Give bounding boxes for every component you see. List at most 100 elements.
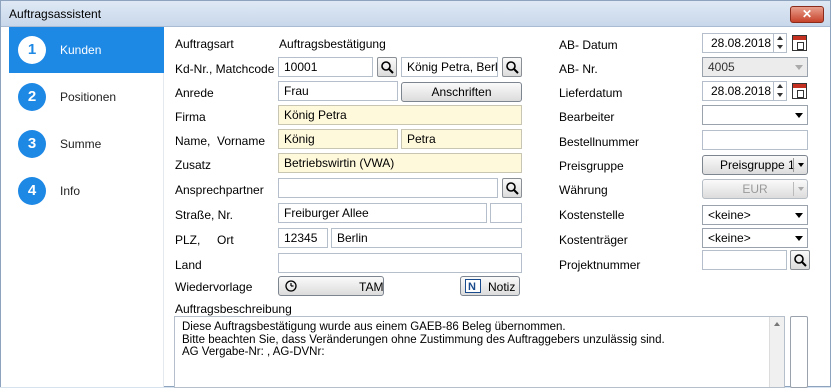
kostentraeger-value: <keine> xyxy=(708,231,751,245)
kdnr-search-button[interactable] xyxy=(377,57,397,77)
zusatz-input[interactable]: Betriebswirtin (VWA) xyxy=(278,153,522,173)
step-number: 1 xyxy=(18,36,46,64)
lieferdatum-label: Lieferdatum xyxy=(559,86,623,100)
kostenstelle-value: <keine> xyxy=(708,208,751,222)
calendar-icon[interactable] xyxy=(792,35,807,51)
kostentraeger-select[interactable]: <keine> xyxy=(702,228,808,248)
kostenstelle-select[interactable]: <keine> xyxy=(702,205,808,225)
projektnummer-search-button[interactable] xyxy=(790,250,810,270)
auftragsart-value: Auftragsbestätigung xyxy=(279,37,386,51)
clock-icon xyxy=(285,280,297,292)
ansprechpartner-input[interactable] xyxy=(278,178,498,198)
projektnummer-input[interactable] xyxy=(702,250,787,270)
ab-datum-input[interactable]: 28.08.2018 xyxy=(702,33,787,53)
waehrung-value: EUR xyxy=(742,182,768,196)
search-icon xyxy=(381,61,394,74)
step-label: Summe xyxy=(60,137,102,151)
chevron-down-icon xyxy=(795,236,803,241)
description-line: Diese Auftragsbestätigung wurde aus eine… xyxy=(182,321,566,333)
calendar-icon[interactable] xyxy=(792,83,807,99)
search-icon xyxy=(506,61,519,74)
close-button[interactable]: ✕ xyxy=(790,6,824,23)
step-label: Positionen xyxy=(60,90,117,104)
scroll-up-arrow-icon[interactable] xyxy=(774,322,780,326)
strasse-input[interactable]: Freiburger Allee xyxy=(278,203,487,223)
note-icon: N xyxy=(465,279,481,293)
step-positionen[interactable]: 2 Positionen xyxy=(9,74,164,120)
bestellnummer-label: Bestellnummer xyxy=(559,135,640,149)
step-info[interactable]: 4 Info xyxy=(9,168,164,214)
step-number: 2 xyxy=(18,83,46,111)
search-icon xyxy=(506,182,519,195)
preisgruppe-label: Preisgruppe xyxy=(559,159,624,173)
step-kunden[interactable]: 1 Kunden xyxy=(9,27,164,73)
ab-nr-select: 4005 xyxy=(702,57,808,77)
anrede-input[interactable]: Frau xyxy=(278,81,398,101)
chevron-down-icon xyxy=(795,65,803,70)
land-input[interactable] xyxy=(278,253,522,273)
kdnr-label: Kd-Nr., Matchcode xyxy=(175,62,275,76)
anrede-label: Anrede xyxy=(175,86,214,100)
hausnummer-input[interactable] xyxy=(490,203,522,223)
ab-datum-spinner[interactable] xyxy=(773,34,786,52)
zusatz-label: Zusatz xyxy=(175,158,212,172)
ort-label: Ort xyxy=(217,233,234,247)
ab-datum-label: AB- Datum xyxy=(559,38,618,52)
land-label: Land xyxy=(175,258,202,272)
kostenstelle-label: Kostenstelle xyxy=(559,208,625,222)
step-number: 3 xyxy=(18,130,46,158)
description-side-panel[interactable] xyxy=(790,316,808,388)
dialog-window: Auftragsassistent ✕ 1 Kunden 2 Positione… xyxy=(0,0,831,388)
kostentraeger-label: Kostenträger xyxy=(559,233,628,247)
chevron-down-icon xyxy=(795,213,803,218)
projektnummer-label: Projektnummer xyxy=(559,258,641,272)
description-line: AG Vergabe-Nr: , AG-DVNr: xyxy=(182,346,325,358)
lieferdatum-value: 28.08.2018 xyxy=(711,84,772,98)
lieferdatum-spinner[interactable] xyxy=(773,82,786,100)
anschriften-button[interactable]: Anschriften xyxy=(401,82,522,102)
plz-input[interactable]: 12345 xyxy=(278,228,328,248)
step-label: Info xyxy=(60,184,81,198)
lieferdatum-input[interactable]: 28.08.2018 xyxy=(702,81,787,101)
name-label: Name, xyxy=(175,134,211,148)
ansprechpartner-search-button[interactable] xyxy=(502,178,522,198)
kdnr-input[interactable]: 10001 xyxy=(278,57,373,77)
ort-input[interactable]: Berlin xyxy=(331,228,522,248)
preisgruppe-select[interactable]: Preisgruppe 1 xyxy=(702,155,808,175)
notiz-button[interactable]: N Notiz xyxy=(460,276,520,296)
plz-label: PLZ, xyxy=(175,233,201,247)
notiz-button-label: Notiz xyxy=(488,280,516,294)
search-icon xyxy=(794,254,807,267)
wiedervorlage-button-label: TAM xyxy=(359,280,384,294)
auftragsbeschreibung-label: Auftragsbeschreibung xyxy=(175,302,292,316)
bestellnummer-input[interactable] xyxy=(702,130,808,150)
step-label: Kunden xyxy=(60,43,102,57)
svg-text:N: N xyxy=(468,281,476,293)
vorname-label: Vorname xyxy=(217,134,266,148)
description-scrollbar[interactable] xyxy=(769,317,784,387)
bearbeiter-select[interactable] xyxy=(702,105,808,125)
strasse-label: Straße, Nr. xyxy=(175,208,234,222)
waehrung-select: EUR xyxy=(702,179,808,199)
bearbeiter-label: Bearbeiter xyxy=(559,110,615,124)
firma-input[interactable]: König Petra xyxy=(278,105,522,125)
wiedervorlage-label: Wiedervorlage xyxy=(175,280,253,294)
title-bar: Auftragsassistent ✕ xyxy=(1,1,830,27)
vorname-input[interactable]: Petra xyxy=(401,129,522,149)
wiedervorlage-button[interactable]: TAM xyxy=(278,276,384,296)
matchcode-search-button[interactable] xyxy=(502,57,522,77)
step-number: 4 xyxy=(18,177,46,205)
wizard-sidebar: 1 Kunden 2 Positionen 3 Summe 4 Info xyxy=(1,27,164,387)
ansprechpartner-label: Ansprechpartner xyxy=(175,183,264,197)
step-summe[interactable]: 3 Summe xyxy=(9,121,164,167)
chevron-down-icon xyxy=(795,113,803,118)
auftragsart-label: Auftragsart xyxy=(175,37,234,51)
name-input[interactable]: König xyxy=(278,129,398,149)
chevron-down-icon xyxy=(798,163,804,167)
firma-label: Firma xyxy=(175,110,206,124)
ab-datum-value: 28.08.2018 xyxy=(711,36,772,50)
matchcode-input[interactable]: König Petra, Berlin xyxy=(401,57,498,77)
auftragsbeschreibung-textarea[interactable]: Diese Auftragsbestätigung wurde aus eine… xyxy=(174,316,785,388)
ab-nr-value: 4005 xyxy=(708,60,735,74)
preisgruppe-value: Preisgruppe 1 xyxy=(720,158,795,172)
